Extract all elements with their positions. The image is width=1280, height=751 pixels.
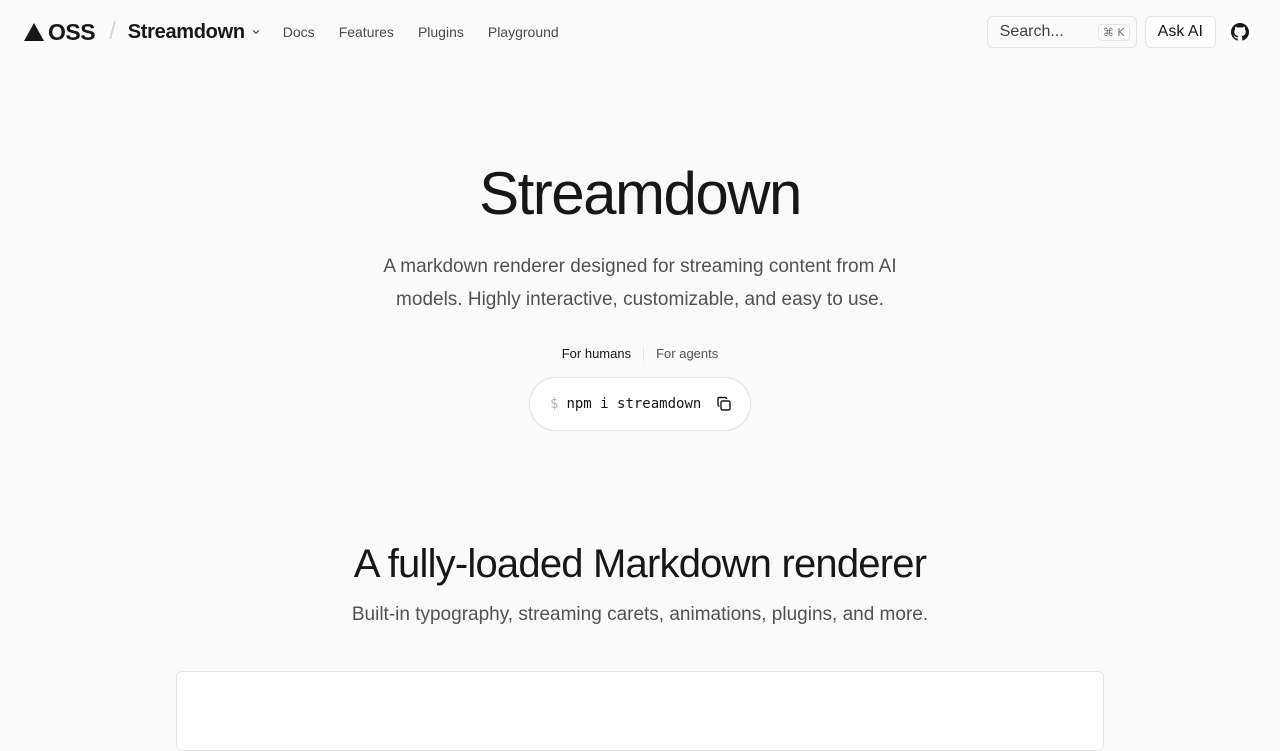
hero-subtitle: A markdown renderer designed for streami… (383, 256, 897, 310)
hero-title: Streamdown (479, 160, 802, 227)
features-title: A fully-loaded Markdown renderer (353, 542, 927, 586)
install-command[interactable]: npm i streamdown (566, 396, 708, 412)
top-navbar: OSS / Streamdown Docs Features Plugins P… (0, 0, 1280, 64)
breadcrumb-separator: / (109, 18, 116, 45)
brand-label: OSS (48, 18, 96, 45)
hero-section: Streamdown A markdown renderer designed … (0, 160, 1280, 431)
chevron-down-icon (252, 30, 259, 34)
install-command-box: $ npm i streamdown (529, 377, 751, 431)
product-switcher[interactable]: Streamdown (128, 21, 261, 44)
tab-for-agents[interactable]: For agents (644, 346, 730, 361)
oss-home-link[interactable]: OSS (24, 18, 96, 46)
tab-for-humans[interactable]: For humans (550, 346, 643, 361)
triangle-logo-icon (24, 23, 44, 41)
ask-ai-button[interactable]: Ask AI (1144, 16, 1216, 48)
nav-link-playground[interactable]: Playground (488, 24, 559, 40)
install-audience-tabs: For humans For agents (0, 346, 1280, 361)
nav-link-docs[interactable]: Docs (283, 24, 315, 40)
github-link[interactable] (1224, 16, 1256, 48)
search-input[interactable]: Search... ⌘ K (986, 16, 1137, 48)
github-icon (1231, 23, 1249, 41)
command-prompt: $ (550, 396, 559, 412)
nav-links: Docs Features Plugins Playground (283, 24, 559, 40)
copy-icon (717, 396, 731, 411)
nav-link-plugins[interactable]: Plugins (418, 24, 464, 40)
nav-link-features[interactable]: Features (339, 24, 394, 40)
copy-button[interactable] (716, 396, 732, 412)
search-shortcut-badge: ⌘ K (1097, 23, 1130, 41)
demo-panel (176, 671, 1104, 751)
features-section: A fully-loaded Markdown renderer Built-i… (0, 538, 1280, 626)
product-name: Streamdown (127, 20, 245, 43)
features-subtitle: Built-in typography, streaming carets, a… (351, 604, 929, 625)
search-placeholder: Search... (999, 23, 1064, 40)
nav-actions: Search... ⌘ K Ask AI (986, 16, 1256, 48)
